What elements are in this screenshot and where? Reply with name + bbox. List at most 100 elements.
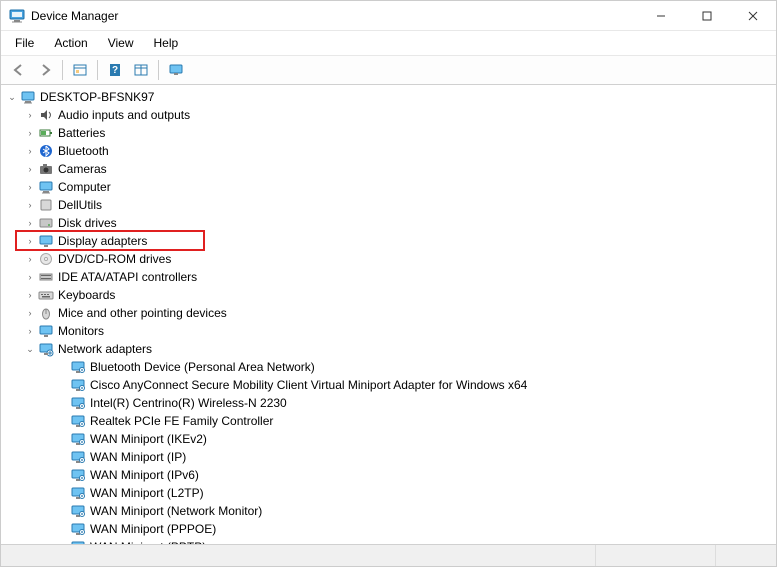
tree-category[interactable]: ›Audio inputs and outputs [1,106,776,124]
window-controls [638,1,776,31]
tree-node-label: Cisco AnyConnect Secure Mobility Client … [90,378,527,392]
generic-icon [38,197,54,213]
expand-icon[interactable]: › [23,288,37,302]
tree-node-label: IDE ATA/ATAPI controllers [58,270,197,284]
expand-icon[interactable]: › [23,108,37,122]
close-button[interactable] [730,1,776,31]
menu-action[interactable]: Action [46,33,95,53]
properties-button[interactable] [129,59,153,81]
net-device-icon [70,485,86,501]
tree-category[interactable]: › Monitors [1,322,776,340]
tree-node-label: Bluetooth Device (Personal Area Network) [90,360,315,374]
expand-icon[interactable]: › [23,252,37,266]
tree-node-label: Intel(R) Centrino(R) Wireless-N 2230 [90,396,287,410]
menu-view[interactable]: View [100,33,142,53]
net-device-icon [70,395,86,411]
camera-icon [38,161,54,177]
tree-node-label: WAN Miniport (Network Monitor) [90,504,262,518]
tree-node-label: Computer [58,180,111,194]
computer-icon [20,89,36,105]
tree-device[interactable]: WAN Miniport (IP) [1,448,776,466]
tree-node-label: DESKTOP-BFSNK97 [40,90,154,104]
tree-category[interactable]: ⌄ Network adapters [1,340,776,358]
menu-help[interactable]: Help [146,33,187,53]
tree-device[interactable]: WAN Miniport (IKEv2) [1,430,776,448]
toolbar-separator [97,60,98,80]
minimize-button[interactable] [638,1,684,31]
maximize-button[interactable] [684,1,730,31]
tree-node-label: DVD/CD-ROM drives [58,252,171,266]
tree-node-label: Cameras [58,162,107,176]
toolbar: ? [1,56,776,85]
tree-node-label: WAN Miniport (PPPOE) [90,522,216,536]
expand-icon[interactable]: › [23,306,37,320]
expand-icon[interactable]: › [23,216,37,230]
tree-category[interactable]: › Disk drives [1,214,776,232]
app-icon [9,8,25,24]
net-device-icon [70,359,86,375]
tree-category[interactable]: › IDE ATA/ATAPI controllers [1,268,776,286]
tree-node-label: Network adapters [58,342,152,356]
network-icon [38,341,54,357]
net-device-icon [70,503,86,519]
tree-node-label: Monitors [58,324,104,338]
expand-icon[interactable]: › [23,126,37,140]
tree-node-label: Keyboards [58,288,115,302]
expand-icon[interactable]: › [23,180,37,194]
tree-node-label: Mice and other pointing devices [58,306,227,320]
tree-node-label: Display adapters [58,234,147,248]
tree-category[interactable]: › Computer [1,178,776,196]
tree-category[interactable]: › Cameras [1,160,776,178]
tree-node-label: WAN Miniport (IPv6) [90,468,199,482]
tree-category[interactable]: › Display adapters [1,232,776,250]
tree-device[interactable]: WAN Miniport (PPTP) [1,538,776,544]
tree-node-label: WAN Miniport (IP) [90,450,186,464]
keyboard-icon [38,287,54,303]
tree-device[interactable]: Bluetooth Device (Personal Area Network) [1,358,776,376]
expand-icon[interactable]: › [23,270,37,284]
dvd-icon [38,251,54,267]
display-icon [38,233,54,249]
device-tree[interactable]: ⌄ DESKTOP-BFSNK97 ›Audio inputs and output… [1,85,776,544]
tree-device[interactable]: WAN Miniport (L2TP) [1,484,776,502]
collapse-icon[interactable]: ⌄ [23,342,37,356]
tree-category[interactable]: ›Bluetooth [1,142,776,160]
tree-category[interactable]: › DVD/CD-ROM drives [1,250,776,268]
toolbar-separator [62,60,63,80]
expand-icon[interactable]: › [23,234,37,248]
titlebar: Device Manager [1,1,776,31]
tree-device[interactable]: WAN Miniport (IPv6) [1,466,776,484]
expand-icon[interactable]: › [23,144,37,158]
tree-device[interactable]: Cisco AnyConnect Secure Mobility Client … [1,376,776,394]
tree-node-label: Disk drives [58,216,117,230]
tree-device[interactable]: WAN Miniport (Network Monitor) [1,502,776,520]
scan-button[interactable] [164,59,188,81]
back-button[interactable] [7,59,31,81]
menu-file[interactable]: File [7,33,42,53]
disk-icon [38,215,54,231]
net-device-icon [70,377,86,393]
tree-category[interactable]: › Mice and other pointing devices [1,304,776,322]
show-hidden-button[interactable] [68,59,92,81]
expand-icon[interactable]: › [23,198,37,212]
tree-device[interactable]: WAN Miniport (PPPOE) [1,520,776,538]
computer-icon [38,179,54,195]
tree-node-label: DellUtils [58,198,102,212]
mouse-icon [38,305,54,321]
tree-category[interactable]: › DellUtils [1,196,776,214]
tree-root[interactable]: ⌄ DESKTOP-BFSNK97 [1,88,776,106]
forward-button[interactable] [33,59,57,81]
audio-icon [38,107,54,123]
expand-icon[interactable]: › [23,162,37,176]
menubar: File Action View Help [1,31,776,56]
tree-device[interactable]: Realtek PCIe FE Family Controller [1,412,776,430]
net-device-icon [70,467,86,483]
collapse-icon[interactable]: ⌄ [5,90,19,104]
tree-category[interactable]: › Keyboards [1,286,776,304]
toolbar-separator [158,60,159,80]
tree-category[interactable]: ›Batteries [1,124,776,142]
expand-icon[interactable]: › [23,324,37,338]
help-button[interactable]: ? [103,59,127,81]
tree-device[interactable]: Intel(R) Centrino(R) Wireless-N 2230 [1,394,776,412]
statusbar [1,544,776,566]
